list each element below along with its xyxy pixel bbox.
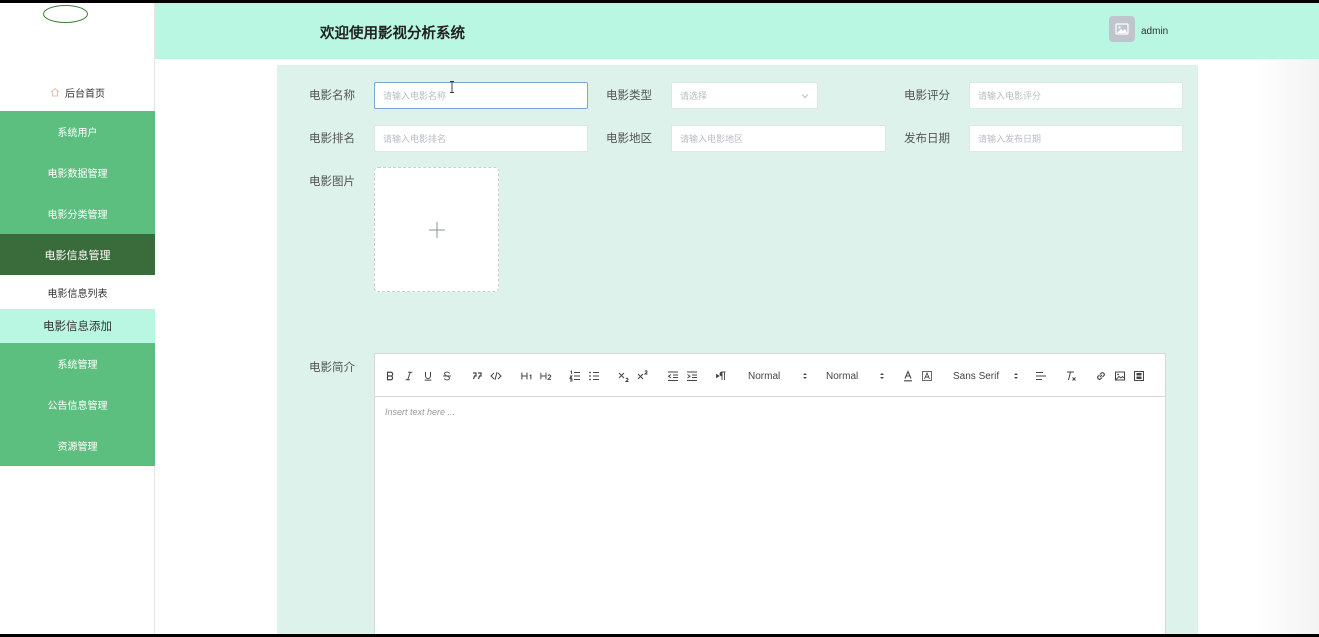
font-select-value: Sans Serif (953, 370, 1000, 382)
h1-icon (521, 372, 532, 380)
movie-region-input[interactable]: 请输入电影地区 (671, 125, 886, 152)
ordered-list-button[interactable] (569, 369, 581, 383)
link-icon (1097, 372, 1105, 380)
sidebar-item-home[interactable]: 后台首页 (0, 79, 155, 105)
sidebar-item-notice-manage[interactable]: 公告信息管理 (0, 384, 155, 425)
strike-button[interactable] (442, 369, 452, 383)
font-color-button[interactable] (902, 369, 914, 383)
image-upload-button[interactable] (374, 167, 499, 292)
align-left-icon (1036, 371, 1046, 381)
logo-image (43, 5, 88, 23)
editor-toolbar: Normal Normal Sans Serif (375, 354, 1165, 397)
sidebar: 后台首页 系统用户 电影数据管理 电影分类管理 电影信息管理 电影信息列表 电影… (0, 3, 155, 634)
plus-icon (428, 221, 445, 238)
header-select[interactable]: Normal (748, 369, 808, 383)
background-color-icon (922, 371, 932, 381)
clear-format-icon (1067, 371, 1076, 381)
sidebar-item-resource-manage[interactable]: 资源管理 (0, 425, 155, 466)
underline-icon (424, 371, 432, 381)
bold-button[interactable] (385, 369, 395, 383)
text-direction-icon (716, 371, 726, 380)
size-select-value: Normal (826, 370, 859, 382)
font-color-icon (904, 370, 912, 382)
outdent-button[interactable] (667, 369, 679, 383)
code-icon (490, 371, 502, 381)
movie-region-label: 电影地区 (606, 133, 652, 145)
bold-icon (386, 371, 394, 381)
text-cursor-icon (450, 81, 454, 93)
chevron-down-icon (801, 94, 809, 99)
italic-icon (405, 371, 413, 381)
movie-intro-label: 电影简介 (309, 362, 355, 374)
sidebar-menu: 系统用户 电影数据管理 电影分类管理 电影信息管理 电影信息列表 电影信息添加 … (0, 111, 155, 466)
font-select[interactable]: Sans Serif (953, 369, 1019, 383)
movie-form-panel: 电影名称 请输入电影名称 电影类型 请选择 电影评分 请输入电影评分 电影排名 … (277, 65, 1198, 634)
image-button[interactable] (1114, 369, 1126, 383)
image-placeholder-icon (1115, 23, 1129, 35)
content-edge (1255, 59, 1319, 634)
bullet-list-icon (589, 371, 599, 381)
link-button[interactable] (1095, 369, 1107, 383)
indent-icon (687, 371, 697, 381)
sidebar-item-movie-info[interactable]: 电影信息管理 (0, 234, 155, 275)
editor-content-area[interactable]: Insert text here ... (385, 407, 455, 417)
blockquote-button[interactable] (471, 369, 483, 383)
sidebar-item-label: 后台首页 (65, 88, 105, 100)
movie-rank-label: 电影排名 (309, 133, 355, 145)
movie-name-label: 电影名称 (309, 90, 355, 102)
video-icon (1134, 371, 1144, 381)
updown-arrows-icon (880, 373, 884, 379)
quote-icon (472, 372, 482, 380)
subscript-button[interactable] (618, 369, 630, 383)
ordered-list-icon (569, 370, 580, 382)
movie-rank-input[interactable]: 请输入电影排名 (374, 125, 588, 152)
subscript-icon (618, 372, 629, 382)
underline-button[interactable] (423, 369, 433, 383)
top-header: 欢迎使用影视分析系统 admin (155, 3, 1319, 59)
align-button[interactable] (1035, 369, 1047, 383)
superscript-icon (637, 370, 648, 380)
app-window: 后台首页 系统用户 电影数据管理 电影分类管理 电影信息管理 电影信息列表 电影… (0, 3, 1319, 634)
movie-score-input[interactable]: 请输入电影评分 (969, 82, 1183, 109)
image-icon (1115, 371, 1125, 381)
outdent-icon (667, 371, 678, 381)
bullet-list-button[interactable] (588, 369, 600, 383)
movie-name-input[interactable]: 请输入电影名称 (374, 82, 588, 109)
updown-arrows-icon (803, 373, 807, 379)
background-color-button[interactable] (921, 369, 933, 383)
h2-icon (540, 372, 552, 380)
clear-format-button[interactable] (1065, 369, 1077, 383)
release-date-input[interactable]: 请输入发布日期 (969, 125, 1183, 152)
updown-arrows-icon (1014, 373, 1018, 379)
strikethrough-icon (443, 371, 451, 381)
home-icon (50, 87, 60, 97)
indent-button[interactable] (686, 369, 698, 383)
text-direction-button[interactable] (715, 369, 727, 383)
page-title: 欢迎使用影视分析系统 (320, 26, 465, 42)
code-block-button[interactable] (490, 369, 502, 383)
avatar[interactable] (1109, 16, 1135, 42)
header1-button[interactable] (520, 369, 534, 383)
username-label[interactable]: admin (1141, 26, 1168, 37)
release-date-label: 发布日期 (904, 133, 950, 145)
movie-score-label: 电影评分 (904, 90, 950, 102)
header2-button[interactable] (539, 369, 553, 383)
sidebar-item-movie-category[interactable]: 电影分类管理 (0, 193, 155, 234)
superscript-button[interactable] (637, 369, 649, 383)
video-button[interactable] (1133, 369, 1145, 383)
header-select-value: Normal (748, 370, 781, 382)
sidebar-item-system-manage[interactable]: 系统管理 (0, 343, 155, 384)
movie-image-label: 电影图片 (309, 176, 355, 188)
sidebar-item-movie-data[interactable]: 电影数据管理 (0, 152, 155, 193)
movie-type-placeholder: 请选择 (680, 91, 708, 101)
movie-type-select[interactable]: 请选择 (671, 82, 818, 109)
submenu-item-movie-add[interactable]: 电影信息添加 (0, 309, 155, 343)
submenu-item-movie-list[interactable]: 电影信息列表 (0, 275, 155, 309)
italic-button[interactable] (404, 369, 414, 383)
size-select[interactable]: Normal (826, 369, 885, 383)
rich-text-editor: Normal Normal Sans Serif Insert text her… (374, 353, 1166, 634)
sidebar-item-system-users[interactable]: 系统用户 (0, 111, 155, 152)
movie-type-label: 电影类型 (606, 90, 652, 102)
